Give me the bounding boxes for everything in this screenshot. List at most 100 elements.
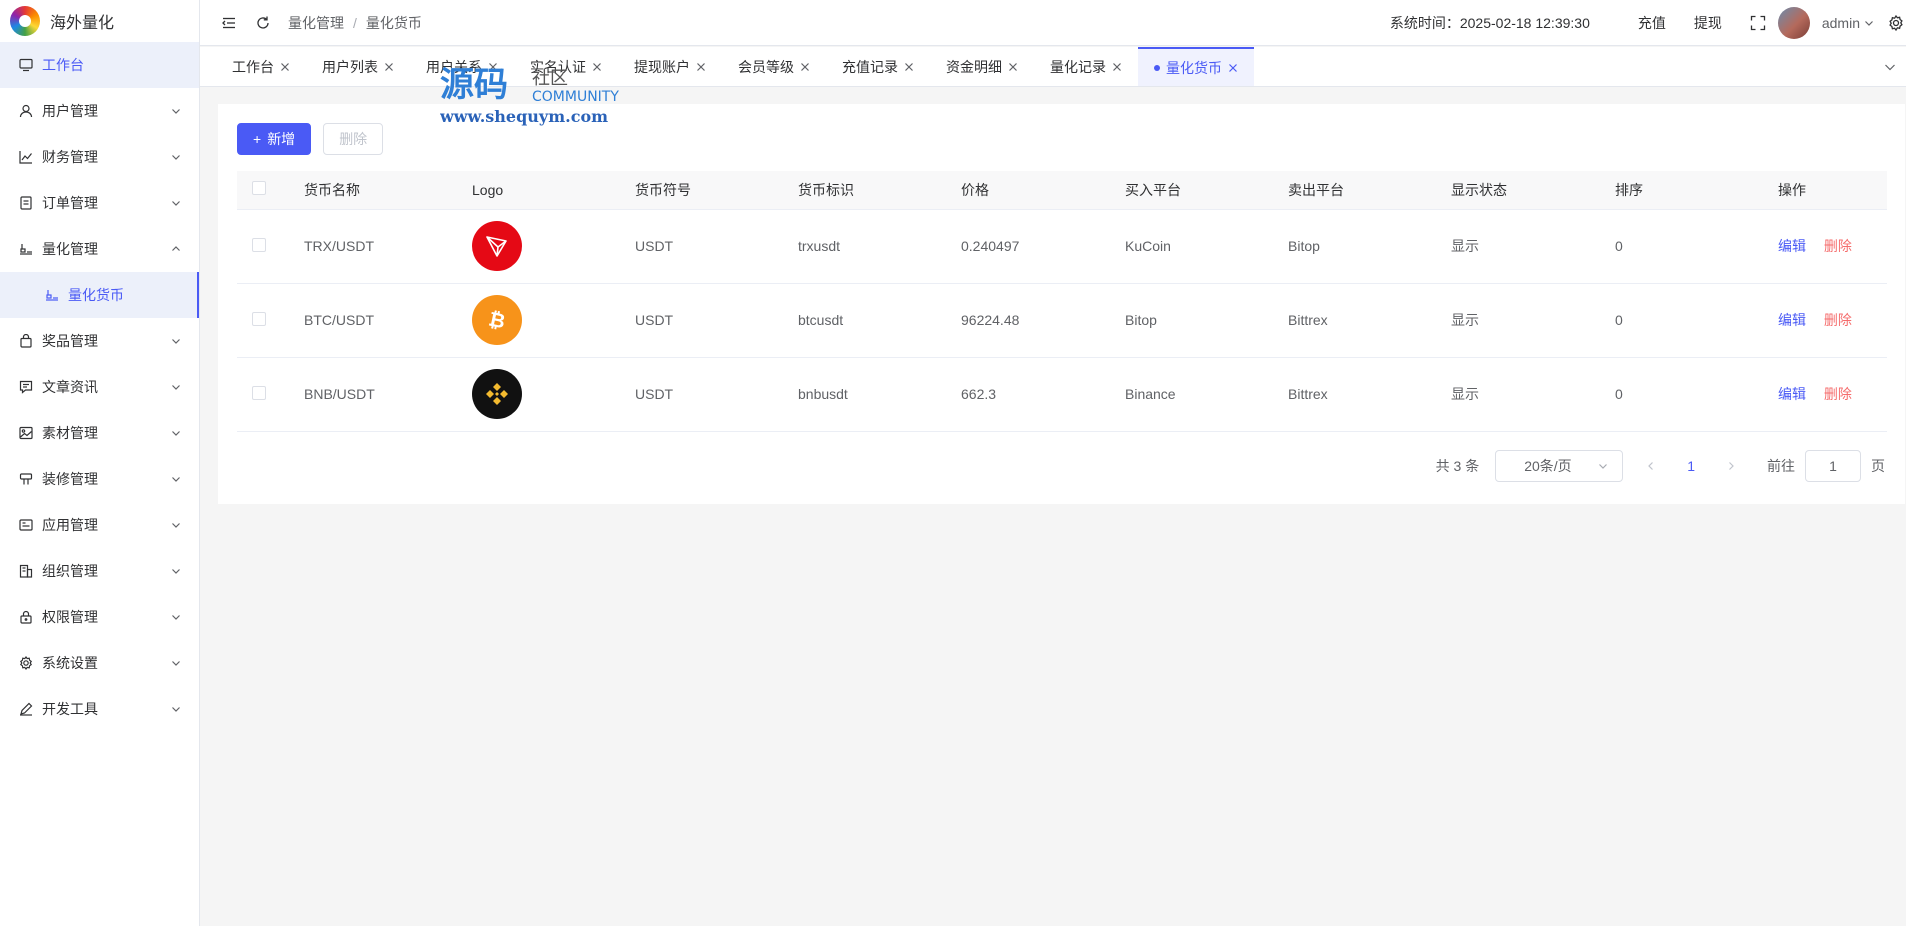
delete-link[interactable]: 删除 [1824, 238, 1852, 254]
col-header-buy: 买入平台 [1125, 171, 1288, 210]
page-number-current[interactable]: 1 [1687, 458, 1695, 474]
withdraw-link[interactable]: 提现 [1694, 13, 1722, 33]
edit-link[interactable]: 编辑 [1778, 312, 1806, 328]
cell-buy: KuCoin [1125, 209, 1288, 284]
delete-button[interactable]: 删除 [323, 123, 384, 155]
row-checkbox[interactable] [252, 385, 266, 400]
tab-quant-coins[interactable]: 量化货币 [1138, 47, 1254, 86]
cell-sort: 0 [1615, 209, 1778, 284]
row-checkbox[interactable] [252, 237, 266, 252]
sidebar-item-finance[interactable]: 财务管理 [0, 134, 199, 180]
user-name[interactable]: admin [1822, 15, 1860, 31]
tab-user-relations[interactable]: 用户关系 [410, 47, 514, 86]
sidebar-item-materials[interactable]: 素材管理 [0, 410, 199, 456]
edit-link[interactable]: 编辑 [1778, 386, 1806, 402]
close-icon[interactable] [384, 62, 394, 72]
col-header-price: 价格 [961, 171, 1125, 210]
cell-ident: btcusdt [798, 283, 961, 358]
cell-buy: Bitop [1125, 283, 1288, 358]
cell-ops: 编辑 删除 [1778, 283, 1887, 358]
chevron-down-icon[interactable] [1864, 18, 1874, 28]
sidebar-item-articles[interactable]: 文章资讯 [0, 364, 199, 410]
close-icon[interactable] [904, 62, 914, 72]
refresh-icon[interactable] [254, 14, 272, 32]
tabs-more-chevron-icon[interactable] [1884, 61, 1896, 73]
cell-name: TRX/USDT [304, 209, 472, 284]
cell-ident: trxusdt [798, 209, 961, 284]
chevron-down-icon [172, 477, 180, 482]
cell-price: 662.3 [961, 357, 1125, 432]
collapse-menu-icon[interactable] [220, 14, 238, 32]
col-header-name: 货币名称 [304, 171, 472, 210]
breadcrumb-separator: / [353, 14, 357, 31]
cell-name: BTC/USDT [304, 283, 472, 358]
next-page-icon[interactable] [1725, 460, 1737, 472]
tab-member-levels[interactable]: 会员等级 [722, 47, 826, 86]
page-size-select[interactable]: 20条/页 [1495, 450, 1624, 482]
cell-status: 显示 [1451, 357, 1615, 432]
sidebar-item-orders[interactable]: 订单管理 [0, 180, 199, 226]
sidebar-item-apps[interactable]: 应用管理 [0, 502, 199, 548]
tab-label: 提现账户 [634, 58, 690, 75]
goto-page-input[interactable] [1805, 450, 1861, 482]
row-check-cell [237, 357, 304, 432]
close-icon[interactable] [488, 62, 498, 72]
tab-label: 充值记录 [842, 58, 898, 75]
col-header-status: 显示状态 [1451, 171, 1615, 210]
delete-link[interactable]: 删除 [1824, 386, 1852, 402]
sidebar-item-quant-coins[interactable]: 量化货币 [0, 272, 199, 318]
row-checkbox[interactable] [252, 311, 266, 326]
edit-link[interactable]: 编辑 [1778, 238, 1806, 254]
sidebar-item-devtools[interactable]: 开发工具 [0, 686, 199, 732]
prev-page-icon[interactable] [1645, 460, 1657, 472]
select-all-checkbox[interactable] [252, 181, 266, 196]
sidebar-item-quant[interactable]: 量化管理 [0, 226, 199, 272]
user-icon [18, 103, 34, 119]
chevron-down-icon [172, 569, 180, 574]
tab-recharge-records[interactable]: 充值记录 [826, 47, 930, 86]
close-icon[interactable] [800, 62, 810, 72]
tab-quant-records[interactable]: 量化记录 [1034, 47, 1138, 86]
bitcoin-logo-icon: ₿ [472, 295, 522, 345]
sidebar-item-users[interactable]: 用户管理 [0, 88, 199, 134]
delete-link[interactable]: 删除 [1824, 312, 1852, 328]
sidebar-item-label: 素材管理 [42, 425, 98, 441]
tab-withdraw-accounts[interactable]: 提现账户 [618, 47, 722, 86]
fullscreen-icon[interactable] [1750, 15, 1766, 31]
chevron-down-icon [172, 201, 180, 206]
avatar[interactable] [1777, 7, 1810, 39]
tab-user-list[interactable]: 用户列表 [306, 47, 410, 86]
tab-fund-details[interactable]: 资金明细 [930, 47, 1034, 86]
goto-suffix: 页 [1871, 458, 1885, 474]
sidebar-item-settings[interactable]: 系统设置 [0, 640, 199, 686]
col-header-ops: 操作 [1778, 171, 1887, 210]
close-icon[interactable] [1008, 62, 1018, 72]
table-row: TRX/USDT USDT trxusdt 0.240497 KuCoin Bi… [237, 209, 1887, 284]
sidebar-menu: 工作台 用户管理 财务管理 订单管理 量化管理 量化货币 奖品管理 文章资讯 素… [0, 42, 199, 732]
sidebar-item-label: 用户管理 [42, 103, 98, 119]
cell-sell: Bitop [1288, 209, 1451, 284]
sidebar-item-label: 应用管理 [42, 517, 98, 533]
sidebar-item-label: 财务管理 [42, 149, 98, 165]
brand[interactable]: 海外量化 [0, 0, 199, 42]
close-icon[interactable] [696, 62, 706, 72]
recharge-link[interactable]: 充值 [1638, 13, 1666, 33]
add-button[interactable]: + 新增 [237, 123, 312, 155]
sidebar-item-workbench[interactable]: 工作台 [0, 42, 199, 88]
close-icon[interactable] [1228, 63, 1238, 73]
close-icon[interactable] [592, 62, 602, 72]
sidebar-item-decoration[interactable]: 装修管理 [0, 456, 199, 502]
breadcrumb-item[interactable]: 量化管理 [288, 13, 344, 33]
tab-label: 用户关系 [426, 58, 482, 75]
sidebar-item-prizes[interactable]: 奖品管理 [0, 318, 199, 364]
cell-ops: 编辑 删除 [1778, 209, 1887, 284]
gear-icon[interactable] [1888, 15, 1904, 31]
tab-workbench[interactable]: 工作台 [216, 47, 306, 86]
tab-real-name-auth[interactable]: 实名认证 [514, 47, 618, 86]
cell-ident: bnbusdt [798, 357, 961, 432]
chevron-down-icon [172, 385, 180, 390]
close-icon[interactable] [280, 62, 290, 72]
sidebar-item-permissions[interactable]: 权限管理 [0, 594, 199, 640]
sidebar-item-organization[interactable]: 组织管理 [0, 548, 199, 594]
close-icon[interactable] [1112, 62, 1122, 72]
